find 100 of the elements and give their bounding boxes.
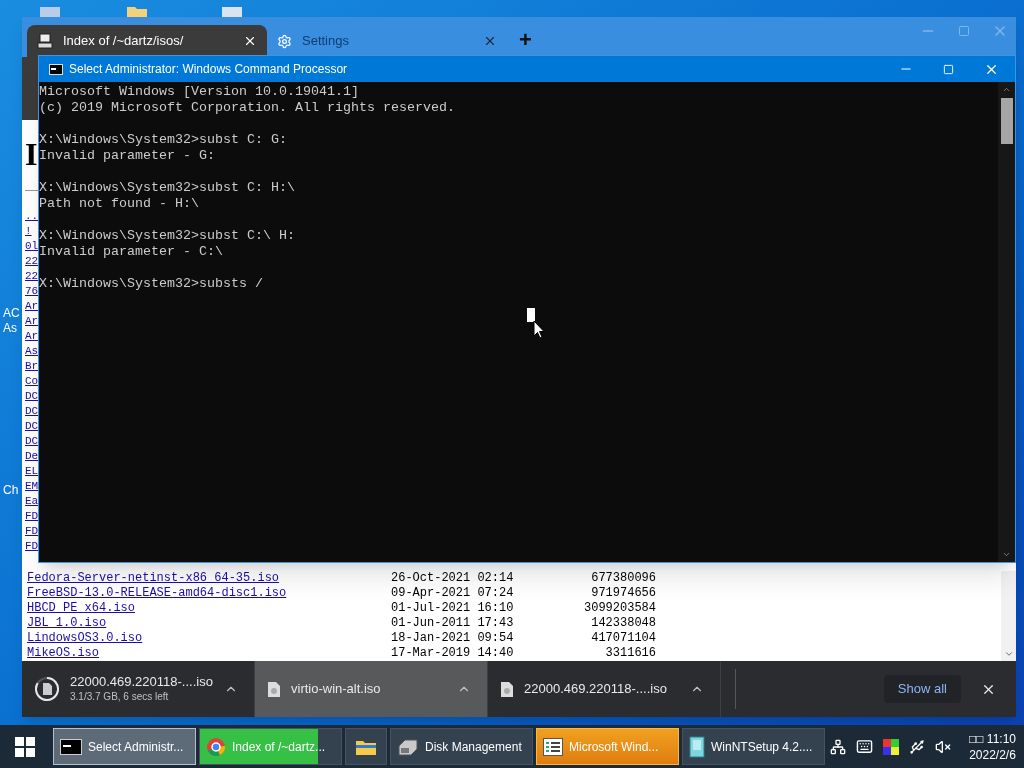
file-link[interactable]: HBCD_PE_x64.iso [27, 601, 136, 616]
gear-icon [277, 33, 292, 49]
file-date: 17-Mar-2019 14:40 [391, 646, 514, 661]
tab-title: Settings [302, 32, 350, 51]
console-line: (c) 2019 Microsoft Corporation. All rights reserved. [39, 100, 455, 116]
file-link[interactable]: Ar [25, 314, 39, 329]
page-heading: I [25, 136, 38, 172]
file-link[interactable]: FreeBSD-13.0-RELEASE-amd64-disc1.iso [27, 586, 287, 601]
clock-time: □□ 11:10 [969, 730, 1016, 747]
file-date: 18-Jan-2021 09:54 [391, 631, 514, 646]
file-link[interactable]: Ea [25, 494, 39, 509]
scroll-down-icon[interactable] [1002, 550, 1011, 559]
download-status: 3.1/3.7 GB, 6 secs left [70, 690, 170, 704]
file-link[interactable]: LindowsOS3.0.iso [27, 631, 143, 646]
disk-drive-icon [397, 737, 419, 756]
file-link[interactable]: .. [25, 209, 39, 224]
console-line: X:\Windows\System32>subst C:\ H: [39, 228, 295, 244]
file-link[interactable]: DC [25, 419, 39, 434]
file-link[interactable]: DC [25, 434, 39, 449]
taskbar-label: Select Administr... [88, 738, 184, 756]
show-all-button[interactable]: Show all [883, 675, 961, 703]
file-link[interactable]: Co [25, 374, 39, 389]
file-size: 677380096 [591, 571, 656, 586]
scrollbar[interactable] [998, 82, 1015, 562]
desktop-icon-label: Ch [3, 483, 19, 498]
download-item[interactable]: 22000.469.220118-....iso [488, 661, 721, 717]
console-line: X:\Windows\System32>subst C: H:\ [39, 180, 295, 196]
file-link[interactable]: Br [25, 359, 39, 374]
scroll-down-icon[interactable] [1003, 649, 1014, 659]
file-link[interactable]: DC [25, 404, 39, 419]
console-line: X:\Windows\System32>substs / [39, 276, 263, 292]
scrollbar[interactable] [1001, 571, 1016, 661]
file-size: 971974656 [591, 586, 656, 601]
file-link[interactable]: FD [25, 539, 39, 554]
file-link[interactable]: Ar [25, 329, 39, 344]
file-link[interactable]: 22 [25, 254, 39, 269]
file-link[interactable]: DC [25, 389, 39, 404]
file-link[interactable]: 22 [25, 269, 39, 284]
file-link[interactable]: JBL_1.0.iso [27, 616, 107, 631]
terminal-icon [49, 63, 63, 75]
clock[interactable]: □□ 11:10 2022/2/6 [969, 730, 1016, 763]
desktop-icon-label: AC [3, 306, 20, 321]
file-date: 26-Oct-2021 02:14 [391, 571, 514, 586]
setup-icon [689, 735, 705, 758]
file-link[interactable]: FD [25, 509, 39, 524]
file-link[interactable]: FD [25, 524, 39, 539]
scroll-thumb[interactable] [1000, 98, 1013, 144]
taskbar-label: Microsoft Wind... [569, 738, 659, 756]
new-tab-button[interactable]: + [519, 29, 532, 51]
keyboard-icon[interactable] [856, 738, 874, 755]
file-link[interactable]: MikeOS.iso [27, 646, 99, 661]
file-size: 417071104 [591, 631, 656, 646]
browser-tab[interactable]: Index of /~dartz/isos/ [27, 25, 267, 57]
console-line: Invalid parameter - C:\ [39, 244, 223, 260]
download-filename: 22000.469.220118-....iso [70, 674, 214, 690]
taskbar-label: Disk Management [425, 738, 522, 756]
console-line: Microsoft Windows [Version 10.0.19041.1] [39, 84, 359, 100]
network-icon[interactable] [830, 738, 847, 755]
download-filename: virtio-win-alt.iso [291, 681, 382, 697]
color-palette-icon[interactable] [883, 738, 900, 755]
clock-date: 2022/2/6 [969, 746, 1016, 763]
console-line: Path not found - H:\ [39, 196, 199, 212]
list-icon [543, 737, 563, 756]
taskbar-button[interactable]: Select Administr... [53, 728, 196, 765]
progress-ring [34, 676, 60, 702]
tab-title: Index of /~dartz/isos/ [63, 32, 185, 51]
file-link[interactable]: Fedora-Server-netinst-x86_64-35.iso [27, 571, 280, 586]
file-date: 01-Jul-2021 16:10 [391, 601, 514, 616]
file-size: 3099203584 [584, 601, 656, 616]
text-cursor [527, 308, 535, 322]
file-link[interactable]: EM [25, 479, 39, 494]
taskbar-button[interactable] [345, 728, 387, 765]
mouse-pointer-icon [533, 320, 545, 340]
download-filename: 22000.469.220118-....iso [524, 681, 668, 697]
file-size: 3311616 [605, 646, 656, 661]
file-link[interactable]: 0l [25, 239, 39, 254]
taskbar-button[interactable]: Disk Management [390, 728, 533, 765]
file-link[interactable]: 76 [25, 284, 39, 299]
file-link[interactable]: Ar [25, 299, 39, 314]
window-title: Select Administrator: Windows Command Processor [69, 61, 348, 78]
muted-speaker-icon[interactable] [935, 738, 952, 755]
usb-icon[interactable] [909, 738, 926, 755]
file-link[interactable]: As [25, 344, 39, 359]
browser-icon [206, 736, 226, 757]
scroll-up-icon[interactable] [1002, 85, 1011, 94]
close-icon[interactable] [243, 34, 257, 48]
file-date: 09-Apr-2021 07:24 [391, 586, 514, 601]
file-link[interactable]: De [25, 449, 39, 464]
taskbar-label: WinNTSetup 4.2.... [711, 738, 813, 756]
file-link[interactable]: ! [25, 224, 32, 239]
download-item[interactable]: virtio-win-alt.iso [255, 661, 488, 717]
taskbar-button[interactable]: WinNTSetup 4.2.... [682, 728, 825, 765]
terminal-icon [60, 738, 82, 755]
file-date: 01-Jun-2011 17:43 [391, 616, 514, 631]
desktop-icon-label: As [3, 321, 17, 336]
computer-icon [37, 33, 53, 49]
windows-logo-icon [15, 736, 35, 757]
console-line: X:\Windows\System32>subst C: G: [39, 132, 287, 148]
file-link[interactable]: EL [25, 464, 39, 479]
file-size: 142338048 [591, 616, 656, 631]
